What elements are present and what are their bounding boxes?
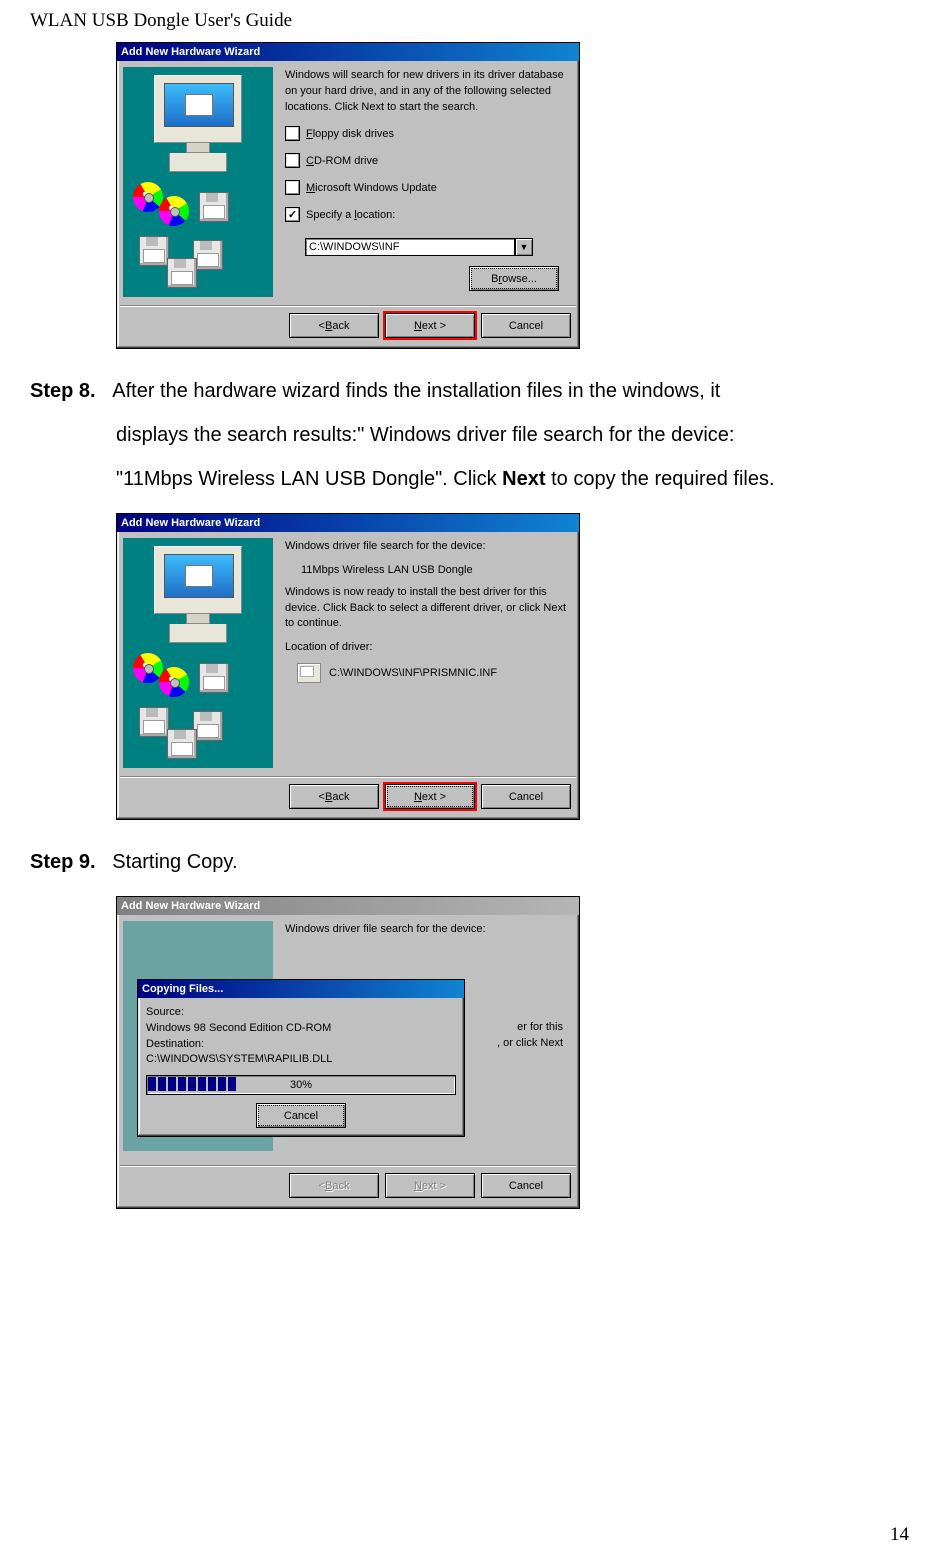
copying-files-dialog: Copying Files... Source: Windows 98 Seco…: [137, 979, 465, 1137]
ready-text: to continue.: [285, 617, 567, 631]
progress-text: 30%: [147, 1076, 455, 1094]
floppy-icon: [199, 663, 229, 693]
search-label: Windows driver file search for the devic…: [285, 540, 567, 554]
location-label: Location of driver:: [285, 641, 567, 655]
destination-value: C:\WINDOWS\SYSTEM\RAPILIB.DLL: [146, 1053, 456, 1067]
floppy-icon: [167, 258, 197, 288]
browse-button[interactable]: Browse...: [469, 266, 559, 291]
dropdown-button[interactable]: ▼: [515, 238, 533, 256]
next-button[interactable]: Next >: [385, 313, 475, 338]
next-button-disabled: Next >: [385, 1173, 475, 1198]
cdrom-label: CD-ROM drive: [306, 155, 378, 167]
separator: [120, 1165, 576, 1167]
computer-base: [169, 153, 227, 172]
location-combobox[interactable]: C:\WINDOWS\INF ▼: [305, 238, 533, 256]
msupdate-checkbox[interactable]: ✓: [285, 180, 300, 195]
separator: [120, 776, 576, 778]
floppy-icon: [139, 707, 169, 737]
titlebar: Add New Hardware Wizard: [117, 514, 579, 532]
wizard-graphic: [123, 538, 273, 768]
back-button[interactable]: < Back: [289, 313, 379, 338]
inf-file-icon: [297, 663, 321, 683]
monitor-icon: [154, 546, 242, 614]
media-icons: [123, 180, 273, 290]
cdrom-checkbox[interactable]: ✓: [285, 153, 300, 168]
monitor-stand: [186, 142, 210, 153]
destination-label: Destination:: [146, 1038, 456, 1052]
source-label: Source:: [146, 1006, 456, 1020]
cancel-button[interactable]: Cancel: [481, 784, 571, 809]
step8-text: Step 8. After the hardware wizard finds …: [30, 369, 915, 501]
separator: [120, 305, 576, 307]
monitor-icon: [154, 75, 242, 143]
cd-icon: [159, 196, 189, 226]
wizard-graphic: [123, 67, 273, 297]
driver-path: C:\WINDOWS\INF\PRISMNIC.INF: [329, 667, 497, 679]
floppy-label: Floppy disk drives: [306, 128, 394, 140]
floppy-icon: [167, 729, 197, 759]
floppy-checkbox[interactable]: ✓: [285, 126, 300, 141]
floppy-icon: [139, 236, 169, 266]
step9-text: Step 9. Starting Copy.: [30, 840, 915, 884]
wizard-dialog-3: Add New Hardware Wizard Windows driver f…: [116, 896, 580, 1209]
page-number: 14: [890, 1524, 909, 1546]
cancel-copy-button[interactable]: Cancel: [256, 1103, 346, 1128]
titlebar-inactive: Add New Hardware Wizard: [117, 897, 579, 915]
msupdate-label: Microsoft Windows Update: [306, 182, 437, 194]
search-label: Windows driver file search for the devic…: [285, 923, 567, 937]
device-name: 11Mbps Wireless LAN USB Dongle: [301, 564, 567, 576]
back-button[interactable]: < Back: [289, 784, 379, 809]
wizard-dialog-1: Add New Hardware Wizard Windows will sea…: [116, 42, 580, 349]
media-icons: [123, 651, 273, 761]
floppy-icon: [193, 711, 223, 741]
monitor-stand: [186, 613, 210, 624]
ready-text: Windows is now ready to install the best…: [285, 586, 567, 600]
floppy-icon: [193, 240, 223, 270]
cd-icon: [159, 667, 189, 697]
copying-titlebar: Copying Files...: [138, 980, 464, 998]
floppy-icon: [199, 192, 229, 222]
cancel-button[interactable]: Cancel: [481, 313, 571, 338]
progress-bar: 30%: [146, 1075, 456, 1095]
page-header: WLAN USB Dongle User's Guide: [30, 10, 915, 32]
intro-text: on your hard drive, and in any of the fo…: [285, 85, 567, 99]
back-button-disabled: < Back: [289, 1173, 379, 1198]
source-value: Windows 98 Second Edition CD-ROM: [146, 1022, 456, 1036]
location-label: Specify a location:: [306, 209, 395, 221]
step8-label: Step 8.: [30, 380, 96, 402]
next-button[interactable]: Next >: [385, 784, 475, 809]
computer-base: [169, 624, 227, 643]
step9-label: Step 9.: [30, 851, 96, 873]
location-input[interactable]: C:\WINDOWS\INF: [305, 238, 515, 256]
intro-text: locations. Click Next to start the searc…: [285, 101, 567, 115]
intro-text: Windows will search for new drivers in i…: [285, 69, 567, 83]
titlebar: Add New Hardware Wizard: [117, 43, 579, 61]
location-checkbox[interactable]: ✓: [285, 207, 300, 222]
wizard-dialog-2: Add New Hardware Wizard Windows driver f…: [116, 513, 580, 820]
ready-text: device. Click Back to select a different…: [285, 602, 567, 616]
cancel-button[interactable]: Cancel: [481, 1173, 571, 1198]
